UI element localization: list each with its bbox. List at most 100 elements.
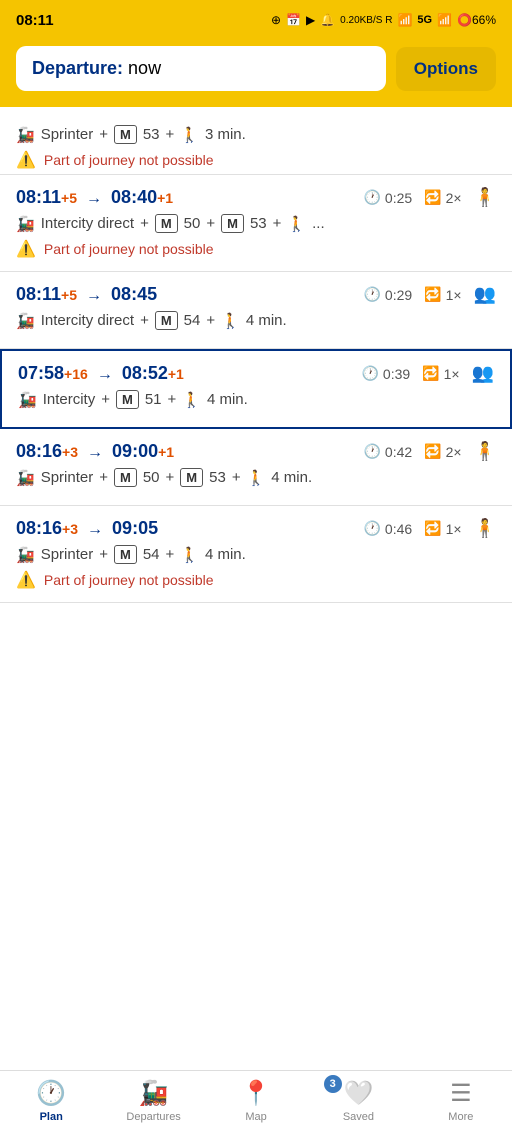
duration-value-2: 0:29 bbox=[385, 287, 412, 303]
transfer-count-2: 1× bbox=[446, 287, 462, 303]
line-51-3: 51 bbox=[145, 391, 162, 408]
journey-times-1: 08:11+5 → 08:40+1 bbox=[16, 187, 173, 208]
line-54-5: 54 bbox=[143, 546, 160, 563]
ellipsis-1: ... bbox=[312, 215, 325, 232]
options-button[interactable]: Options bbox=[396, 47, 496, 91]
nav-map[interactable]: 📍 Map bbox=[205, 1079, 307, 1123]
metro-m-1: M bbox=[155, 214, 178, 233]
train-type-3: Intercity bbox=[43, 391, 96, 408]
metro-m-6: M bbox=[180, 468, 203, 487]
departure-value: now bbox=[128, 58, 161, 78]
nav-saved-label: Saved bbox=[343, 1111, 374, 1123]
status-time: 08:11 bbox=[16, 12, 54, 29]
nav-departures[interactable]: 🚂 Departures bbox=[102, 1079, 204, 1123]
arr-time-3: 08:52 bbox=[122, 363, 168, 383]
route-4: 🚂 Sprinter + M 50 + M 53 + 🚶 4 min. bbox=[16, 468, 496, 487]
route-3: 🚂 Intercity + M 51 + 🚶 4 min. bbox=[18, 390, 494, 409]
journey-header-1: 08:11+5 → 08:40+1 🕐 0:25 🔁 2× 🧍 bbox=[16, 187, 496, 208]
bottom-nav: 🕐 Plan 🚂 Departures 📍 Map 3 🤍 Saved ☰ Mo… bbox=[0, 1070, 512, 1143]
train-type-2: Intercity direct bbox=[41, 312, 134, 329]
duration-value-4: 0:42 bbox=[385, 444, 412, 460]
nav-more[interactable]: ☰ More bbox=[410, 1079, 512, 1123]
dep-delay-4: +3 bbox=[62, 444, 78, 460]
calendar-icon: 📅 bbox=[286, 13, 301, 27]
transfers-5: 🔁 1× bbox=[424, 520, 461, 537]
journey-header-5: 08:16+3 → 09:05 🕐 0:46 🔁 1× 🧍 bbox=[16, 518, 496, 539]
journey-meta-4: 🕐 0:42 🔁 2× 🧍 bbox=[363, 441, 496, 462]
dep-time-1: 08:11 bbox=[16, 187, 61, 207]
saved-badge: 3 bbox=[324, 1075, 342, 1093]
arr-delay-4: +1 bbox=[158, 444, 174, 460]
transfers-1: 🔁 2× bbox=[424, 189, 461, 206]
journey-header-4: 08:16+3 → 09:00+1 🕐 0:42 🔁 2× 🧍 bbox=[16, 441, 496, 462]
transfer-count-5: 1× bbox=[446, 521, 462, 537]
partial-line-number: 53 bbox=[143, 126, 160, 143]
duration-2: 🕐 0:29 bbox=[363, 286, 412, 303]
departure-label: Departure: bbox=[32, 58, 123, 78]
warning-text-5: Part of journey not possible bbox=[44, 572, 214, 588]
walk-icon-1: 🚶 bbox=[287, 215, 306, 233]
journey-meta-2: 🕐 0:29 🔁 1× 👥 bbox=[363, 284, 496, 305]
header: Departure: now Options bbox=[0, 36, 512, 107]
clock-icon-3: 🕐 bbox=[361, 365, 378, 382]
person-icon-1: 🧍 bbox=[474, 187, 496, 208]
route-2: 🚂 Intercity direct + M 54 + 🚶 4 min. bbox=[16, 311, 496, 330]
warning-1: ⚠️ Part of journey not possible bbox=[16, 239, 496, 259]
walk-time-5: 4 min. bbox=[205, 546, 246, 563]
journey-item-1[interactable]: 08:11+5 → 08:40+1 🕐 0:25 🔁 2× 🧍 🚂 Interc… bbox=[0, 175, 512, 272]
nav-map-label: Map bbox=[245, 1111, 266, 1123]
transfer-icon-1: 🔁 bbox=[424, 189, 441, 206]
signal-icon: 📶 bbox=[397, 13, 412, 27]
walk-icon: 🚶 bbox=[180, 126, 199, 144]
walk-time-3: 4 min. bbox=[207, 391, 248, 408]
more-icon: ☰ bbox=[450, 1079, 472, 1108]
journey-header-2: 08:11+5 → 08:45 🕐 0:29 🔁 1× 👥 bbox=[16, 284, 496, 305]
partial-journey-item[interactable]: 🚂 Sprinter + M 53 + 🚶 3 min. ⚠️ Part of … bbox=[0, 107, 512, 175]
dep-delay-5: +3 bbox=[62, 521, 78, 537]
duration-1: 🕐 0:25 bbox=[363, 189, 412, 206]
transfers-4: 🔁 2× bbox=[424, 443, 461, 460]
train-icon-4: 🚂 bbox=[16, 469, 35, 487]
journey-item-5[interactable]: 08:16+3 → 09:05 🕐 0:46 🔁 1× 🧍 🚂 Sprinter… bbox=[0, 506, 512, 603]
dep-time-4: 08:16 bbox=[16, 441, 62, 461]
clock-icon-4: 🕐 bbox=[363, 443, 380, 460]
journey-meta-1: 🕐 0:25 🔁 2× 🧍 bbox=[363, 187, 496, 208]
dep-delay-2: +5 bbox=[61, 287, 77, 303]
nav-plan[interactable]: 🕐 Plan bbox=[0, 1079, 102, 1123]
dep-time-5: 08:16 bbox=[16, 518, 62, 538]
person-icon-5: 🧍 bbox=[474, 518, 496, 539]
map-icon: 📍 bbox=[241, 1079, 271, 1108]
journey-header-3: 07:58+16 → 08:52+1 🕐 0:39 🔁 1× 👥 bbox=[18, 363, 494, 384]
journey-item-3[interactable]: 07:58+16 → 08:52+1 🕐 0:39 🔁 1× 👥 🚂 Inter… bbox=[0, 349, 512, 429]
arr-delay-1: +1 bbox=[157, 190, 173, 206]
nav-saved[interactable]: 3 🤍 Saved bbox=[307, 1079, 409, 1123]
departures-icon: 🚂 bbox=[139, 1079, 169, 1108]
line-50-1: 50 bbox=[184, 215, 201, 232]
status-icons: ⊕ 📅 ▶ 🔔 0.20KB/S R 📶 5G 📶 ⭕66% bbox=[271, 13, 496, 27]
duration-5: 🕐 0:46 bbox=[363, 520, 412, 537]
dep-delay-1: +5 bbox=[61, 190, 77, 206]
transfer-icon-2: 🔁 bbox=[424, 286, 441, 303]
line-50-4: 50 bbox=[143, 469, 160, 486]
alarm-icon: 🔔 bbox=[320, 13, 335, 27]
clock-icon-5: 🕐 bbox=[363, 520, 380, 537]
dep-time-3: 07:58 bbox=[18, 363, 64, 383]
metro-m-2: M bbox=[221, 214, 244, 233]
journey-times-4: 08:16+3 → 09:00+1 bbox=[16, 441, 174, 462]
transfer-count-4: 2× bbox=[446, 444, 462, 460]
duration-value-1: 0:25 bbox=[385, 190, 412, 206]
transfers-2: 🔁 1× bbox=[424, 286, 461, 303]
line-53-4: 53 bbox=[209, 469, 226, 486]
metro-m-4: M bbox=[116, 390, 139, 409]
warning-icon: ⚠️ bbox=[16, 150, 36, 170]
battery-icon: ⭕66% bbox=[457, 13, 496, 27]
departure-box[interactable]: Departure: now bbox=[16, 46, 386, 91]
signal2-icon: 📶 bbox=[437, 13, 452, 27]
metro-m-3: M bbox=[155, 311, 178, 330]
walk-icon-2: 🚶 bbox=[221, 312, 240, 330]
transfer-icon-3: 🔁 bbox=[422, 365, 439, 382]
journey-item-4[interactable]: 08:16+3 → 09:00+1 🕐 0:42 🔁 2× 🧍 🚂 Sprint… bbox=[0, 429, 512, 506]
journey-item-2[interactable]: 08:11+5 → 08:45 🕐 0:29 🔁 1× 👥 🚂 Intercit… bbox=[0, 272, 512, 349]
warning-5: ⚠️ Part of journey not possible bbox=[16, 570, 496, 590]
wifi-icon: ⊕ bbox=[271, 13, 281, 27]
